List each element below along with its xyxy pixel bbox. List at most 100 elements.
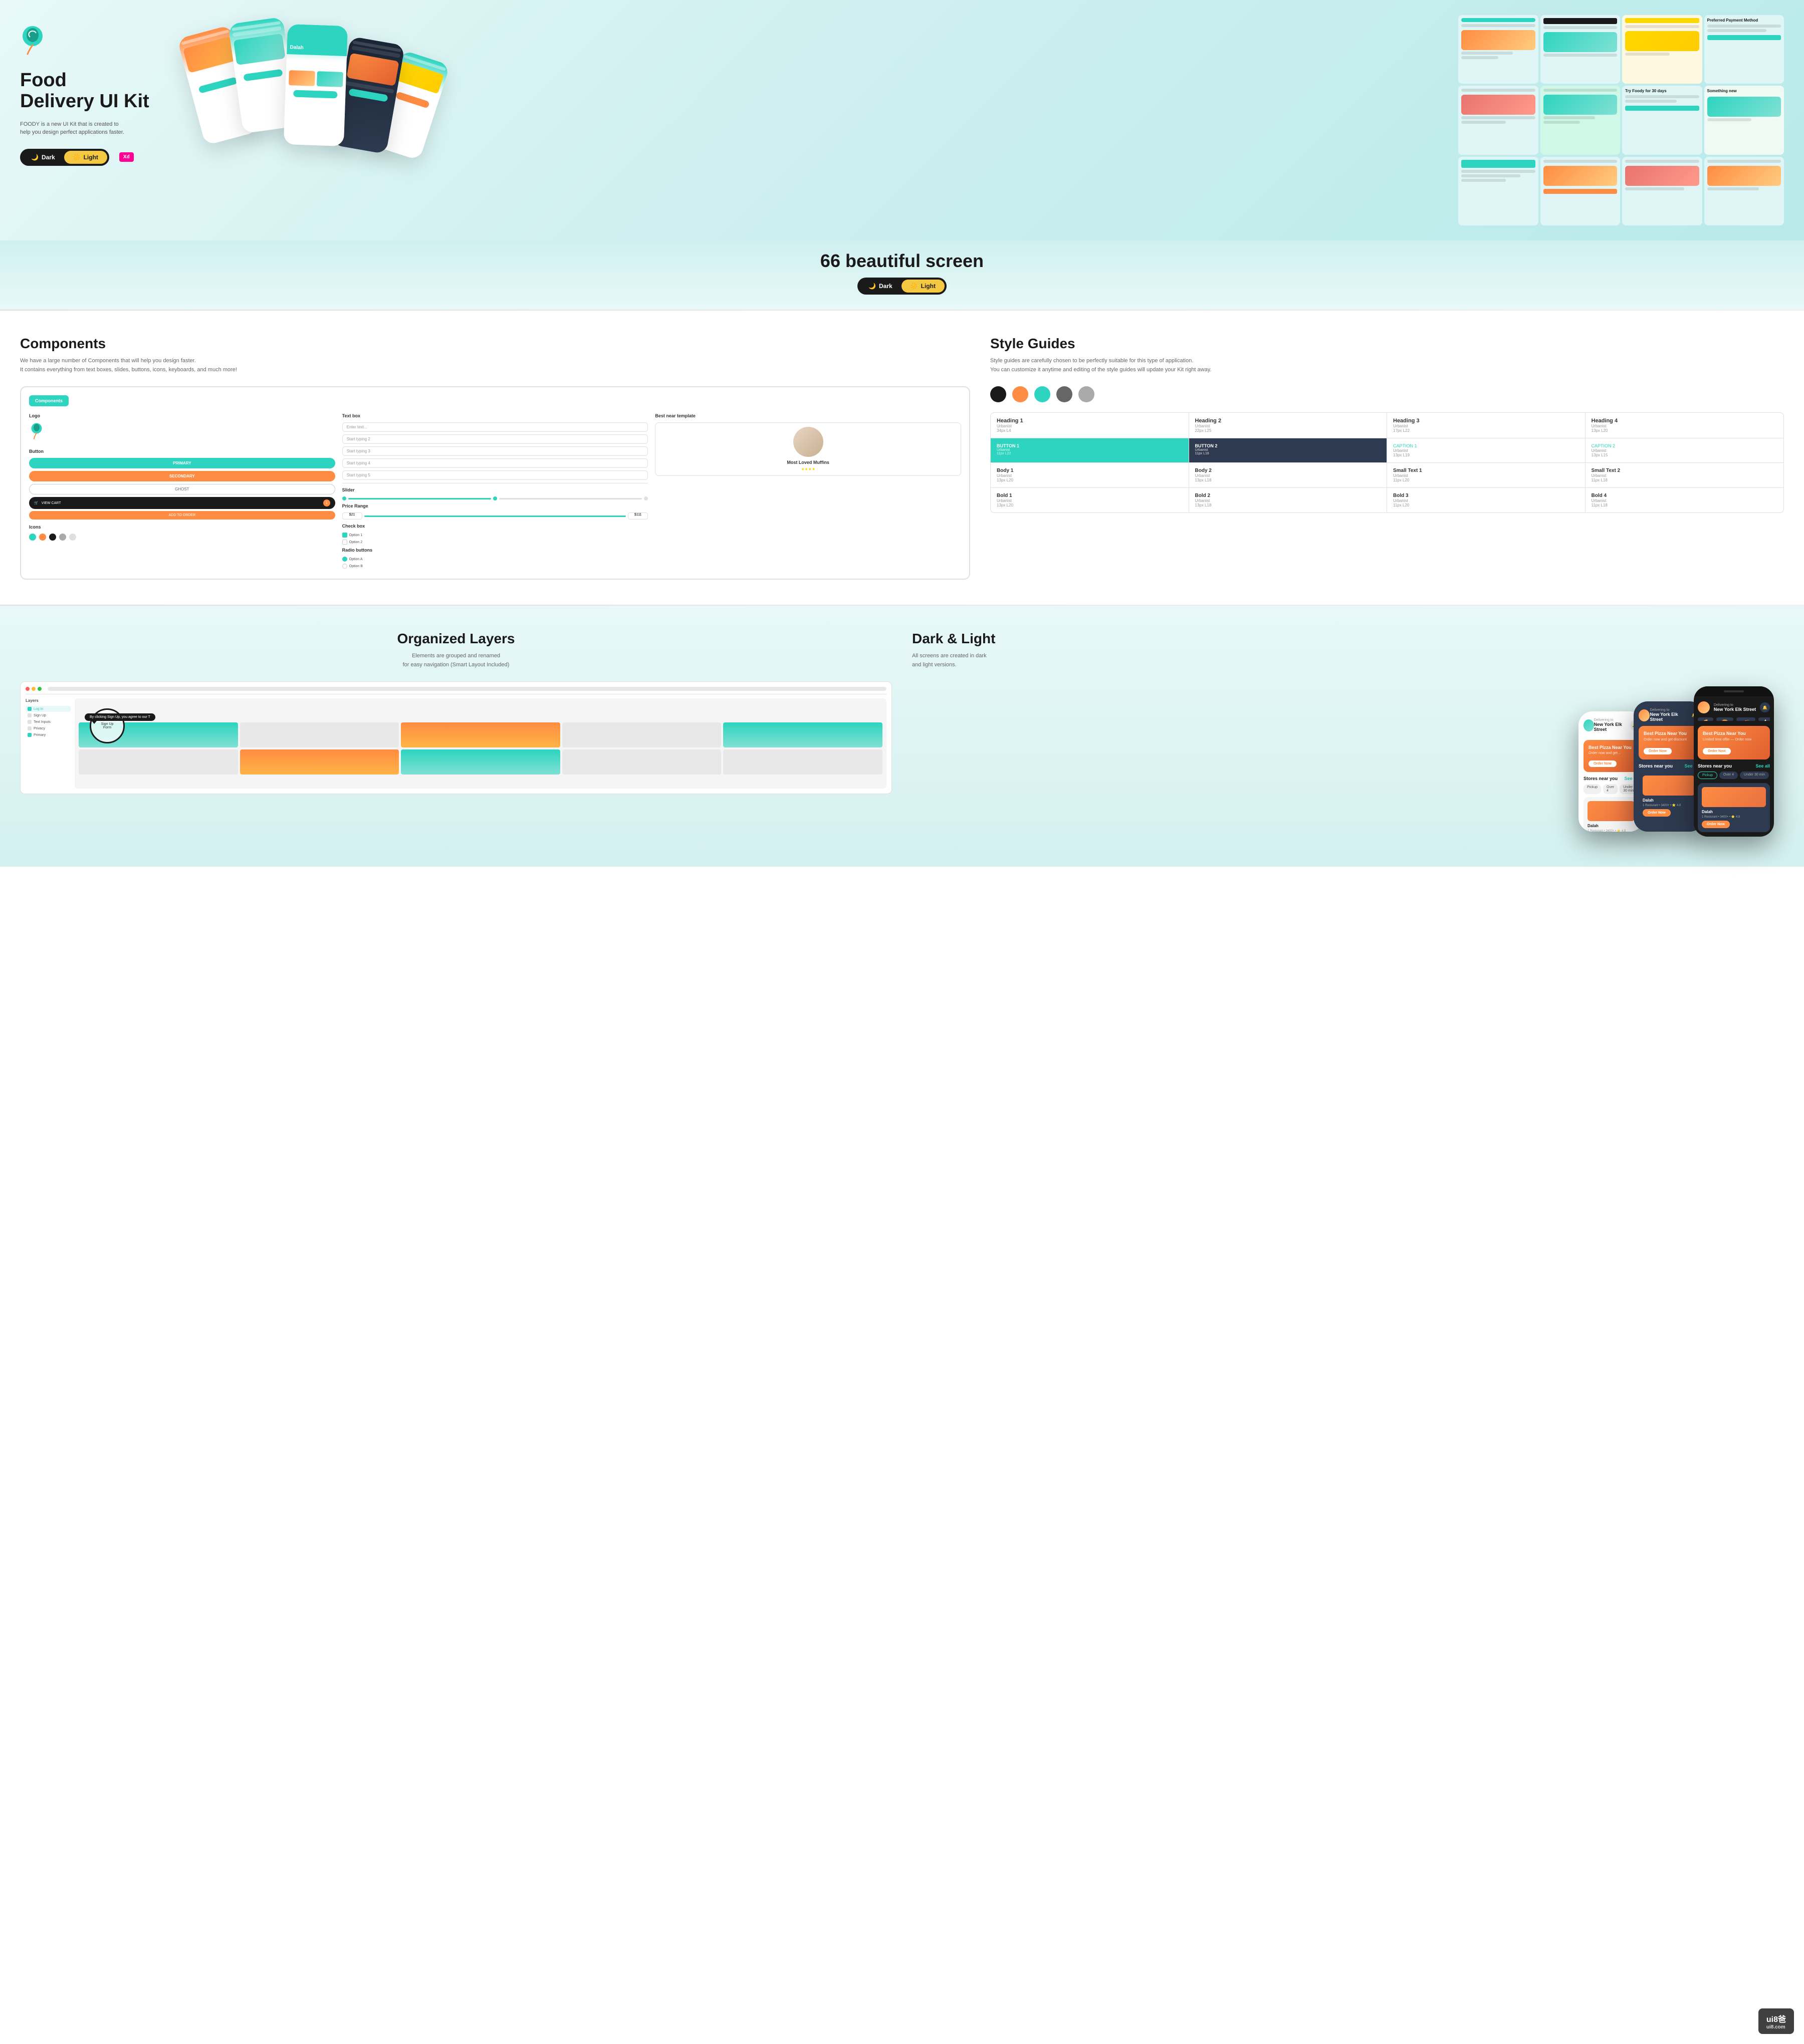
beautiful-light-btn[interactable]: ☀️ Light — [901, 280, 945, 293]
organized-layers-section: Organized Layers Elements are grouped an… — [20, 631, 892, 794]
dp-main-rest-img — [1702, 787, 1766, 807]
comp-cart-btn[interactable]: 🛒 VIEW CART 1 — [29, 497, 335, 509]
style-caption-2: CAPTION 2 Urbanist 13px L15 — [1586, 438, 1784, 462]
dp-rest-img — [1643, 776, 1695, 796]
icon-dot-orange — [39, 534, 46, 541]
comp-col-best: Best near template Most Loved Muffins ★★… — [655, 413, 961, 571]
dp-promo-mid: Best Pizza Near You Order now and get di… — [1639, 726, 1699, 759]
color-dark-gray — [1056, 386, 1072, 402]
screenshot-col-2 — [1540, 15, 1621, 225]
layers-thumb — [401, 722, 560, 747]
beautiful-dark-btn[interactable]: 🌙 Dark — [859, 280, 901, 293]
dp-section-title-mid: Stores near you See all — [1639, 763, 1699, 769]
screenshot-thumb — [1540, 15, 1621, 84]
dark-light-section: Dark & Light All screens are created in … — [912, 631, 1784, 842]
comp-primary-btn[interactable]: PRIMARY — [29, 458, 335, 468]
xd-badge: Xd — [119, 152, 134, 162]
dp-main-restaurant: Dalah 1 Resturant • 3400+ • ⭐ 4.8 Order … — [1698, 783, 1770, 832]
comp-checkbox-1[interactable]: Option 1 — [342, 533, 648, 538]
layers-thumb — [240, 749, 399, 775]
dp-order-btn-mid[interactable]: Order Now — [1644, 748, 1672, 754]
comp-col-logo-btn: Logo Button PRIMARY SECONDARY GHOST 🛒 VI… — [29, 413, 335, 571]
comp-best-title: Most Loved Muffins — [659, 460, 957, 465]
comp-checkbox-2[interactable]: Option 2 — [342, 540, 648, 545]
theme-toggle[interactable]: 🌙 Dark ☀️ Light — [20, 149, 109, 166]
textbox-5[interactable]: Start typing 5 — [342, 470, 648, 480]
comp-radio-1[interactable]: Option A — [342, 557, 648, 562]
components-desc: We have a large number of Components tha… — [20, 357, 970, 374]
comp-best-img — [793, 427, 823, 457]
textbox-4[interactable]: Start typing 4 — [342, 458, 648, 468]
components-title: Components — [20, 336, 970, 352]
lp-order-btn[interactable]: Order Now — [1589, 760, 1617, 767]
style-table: Heading 1 Urbanist 34px L4 Heading 2 Urb… — [990, 412, 1784, 513]
layers-left-panel: Layers Log In Sign Up Text Inputs — [26, 698, 71, 789]
comp-price-range: $21 $111 — [342, 513, 648, 520]
dp-tab-pickup[interactable]: Pickup — [1698, 772, 1717, 779]
color-light-gray — [1078, 386, 1094, 402]
logo-icon — [20, 25, 45, 55]
dp-header: Delivering to New York Elk Street 🔔 — [1639, 708, 1699, 722]
layers-canvas: Sign UpForm By clicking Sign Up, you agr… — [75, 698, 886, 789]
price-max-input[interactable]: $111 — [628, 513, 648, 520]
dp-main-promo: Best Pizza Near You Limited time offer —… — [1698, 726, 1770, 759]
dp-cat-burger: 🍔 Burger — [1716, 717, 1733, 721]
style-guides-right: Style Guides Style guides are carefully … — [990, 336, 1784, 513]
dp-tab-under[interactable]: Under 30 min — [1740, 772, 1769, 779]
screenshot-thumb — [1458, 157, 1538, 225]
dp-main-order-btn[interactable]: Order Now — [1703, 748, 1731, 754]
comp-frame-header: Components — [29, 395, 69, 406]
comp-ghost-btn[interactable]: GHOST — [29, 484, 335, 494]
dp-restaurant-card-mid: Dalah 1 Resturant • 3400+ • ⭐ 4.8 Order … — [1639, 772, 1699, 821]
beautiful-title: 66 beautiful screen — [20, 250, 1784, 272]
dark-mode-btn[interactable]: 🌙 Dark — [22, 151, 64, 164]
layers-thumb — [723, 722, 882, 747]
hero-screenshots-grid: Try Foody for 30 days Preferred Payment … — [1458, 15, 1784, 225]
dp-main-rest-btn[interactable]: Order Now — [1702, 821, 1730, 828]
comp-secondary-btn[interactable]: SECONDARY — [29, 471, 335, 481]
layers-thumb — [401, 749, 560, 775]
screenshot-col-4: Preferred Payment Method Something new — [1704, 15, 1784, 225]
dp-order-btn-card[interactable]: Order Now — [1643, 809, 1671, 817]
style-heading-4: Heading 4 Urbanist 13px L20 — [1586, 413, 1784, 438]
textbox-3[interactable]: Start typing 3 — [342, 446, 648, 456]
hero-title: Food Delivery UI Kit — [20, 70, 160, 112]
style-caption-1: CAPTION 1 Urbanist 13px L19 — [1387, 438, 1586, 462]
color-circles — [990, 386, 1784, 402]
hero-subtitle: FOODY is a new UI Kit that is created to… — [20, 120, 130, 137]
screenshot-col-1 — [1458, 15, 1538, 225]
layers-thumb — [562, 749, 722, 775]
comp-grid: Logo Button PRIMARY SECONDARY GHOST 🛒 VI… — [29, 413, 961, 571]
layer-item-signup[interactable]: Sign Up — [26, 712, 71, 718]
comp-slider[interactable] — [342, 496, 648, 500]
light-mode-btn[interactable]: ☀️ Light — [64, 151, 107, 164]
price-min-input[interactable]: $21 — [342, 513, 362, 520]
style-heading-3: Heading 3 Urbanist 17px L22 — [1387, 413, 1586, 438]
layer-item-privacy[interactable]: Privacy — [26, 725, 71, 731]
textbox-2[interactable]: Start typing 2 — [342, 434, 648, 444]
layer-item-login[interactable]: Log In — [26, 706, 71, 712]
layer-item-textinputs[interactable]: Text Inputs — [26, 719, 71, 725]
beautiful-theme-toggle[interactable]: 🌙 Dark ☀️ Light — [857, 278, 947, 295]
screenshot-thumb — [1458, 86, 1538, 154]
organized-layers-desc: Elements are grouped and renamed for eas… — [20, 652, 892, 669]
comp-radio-2[interactable]: Option B — [342, 564, 648, 569]
dp-main-stores-title: Stores near you See all — [1698, 763, 1770, 769]
components-left: Components We have a large number of Com… — [20, 336, 990, 580]
icon-dot-dark — [49, 534, 56, 541]
style-btn-2: BUTTON 2 Urbanist 11px L18 — [1189, 438, 1388, 462]
dp-categories: 🍕 Pizza 🍔 Burger 🍜 Noodles 🍗 — [1698, 717, 1770, 721]
lp-restaurant-card: Dalah 1 Resturant • 3400+ • ⭐ 4.8 — [1584, 797, 1639, 832]
dp-cat-noodles: 🍜 Noodles — [1736, 717, 1755, 721]
dp-tab-over[interactable]: Over 4 — [1719, 772, 1738, 779]
comp-add-btn[interactable]: ADD TO ORDER — [29, 511, 335, 520]
layer-item-primary[interactable]: Primary — [26, 732, 71, 738]
dark-light-desc: All screens are created in dark and ligh… — [912, 652, 1784, 669]
dp-main-avatar — [1698, 701, 1710, 713]
hero-section: Food Delivery UI Kit FOODY is a new UI K… — [0, 0, 1804, 240]
style-heading-2: Heading 2 Urbanist 22px L25 — [1189, 413, 1388, 438]
dark-phone-mid-screen: Delivering to New York Elk Street 🔔 Best… — [1634, 701, 1704, 832]
screenshot-thumb: Try Foody for 30 days — [1622, 86, 1702, 154]
textbox-1[interactable]: Enter text... — [342, 422, 648, 432]
lp-rest-img — [1588, 801, 1635, 821]
